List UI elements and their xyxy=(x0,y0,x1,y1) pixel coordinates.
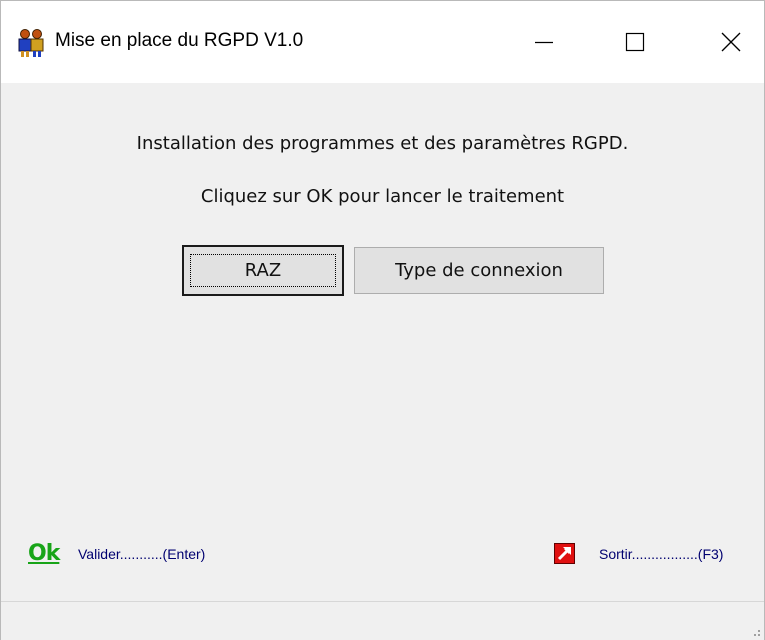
raz-button[interactable]: RAZ xyxy=(182,245,344,296)
validate-shortcut-label[interactable]: Valider...........(Enter) xyxy=(78,546,205,562)
close-icon xyxy=(721,32,741,52)
window-title: Mise en place du RGPD V1.0 xyxy=(55,30,304,51)
exit-arrow-icon[interactable] xyxy=(554,543,575,564)
minimize-icon xyxy=(535,41,553,44)
maximize-icon xyxy=(625,32,645,52)
maximize-button[interactable] xyxy=(605,1,665,83)
resize-grip-icon[interactable] xyxy=(747,623,761,637)
title-bar[interactable]: Mise en place du RGPD V1.0 xyxy=(1,1,764,83)
connection-type-button-label: Type de connexion xyxy=(395,260,563,281)
ok-icon[interactable]: Ok xyxy=(28,541,60,566)
status-bar xyxy=(1,601,764,640)
dialog-window: Mise en place du RGPD V1.0 Installation … xyxy=(0,0,765,640)
close-button[interactable] xyxy=(701,1,761,83)
instruction-message: Cliquez sur OK pour lancer le traitement xyxy=(200,186,565,207)
users-icon xyxy=(16,28,46,58)
minimize-button[interactable] xyxy=(514,1,574,83)
action-bar: Ok Valider...........(Enter) Sortir.....… xyxy=(1,527,764,577)
focus-rectangle xyxy=(190,254,336,287)
exit-shortcut-label[interactable]: Sortir.................(F3) xyxy=(599,546,723,562)
install-message: Installation des programmes et des param… xyxy=(136,133,629,154)
connection-type-button[interactable]: Type de connexion xyxy=(354,247,604,294)
